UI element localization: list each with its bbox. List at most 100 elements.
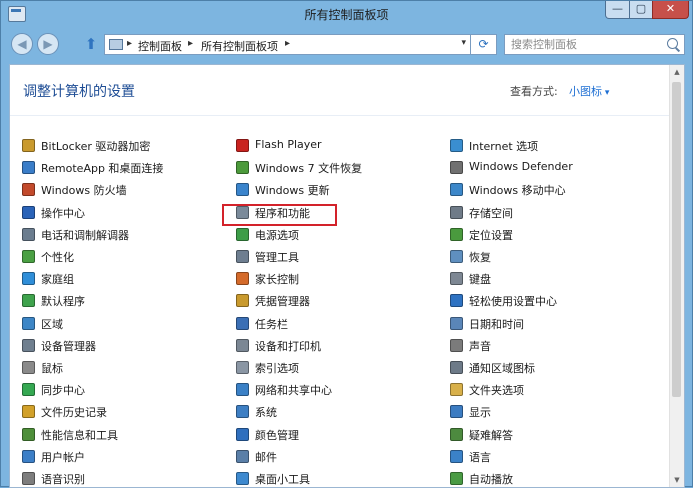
maximize-button[interactable]: ▢: [629, 1, 653, 19]
control-panel-icon: [109, 39, 123, 50]
highlight-box: [222, 204, 337, 226]
mobility-center-icon: [450, 183, 463, 197]
search-input[interactable]: [511, 36, 661, 52]
control-panel-item-label[interactable]: 电源选项: [255, 227, 299, 243]
search-box[interactable]: [504, 34, 685, 55]
control-panel-item-label[interactable]: 索引选项: [255, 360, 299, 376]
control-panel-item-label[interactable]: 声音: [469, 338, 491, 354]
control-panel-item-label[interactable]: 系统: [255, 404, 277, 420]
control-panel-item-label[interactable]: 存储空间: [469, 205, 513, 221]
control-panel-item-label[interactable]: 日期和时间: [469, 316, 524, 332]
control-panel-item-label[interactable]: 显示: [469, 404, 491, 420]
view-by-label: 查看方式:: [510, 85, 558, 98]
navigation-bar: ◀ ▶ ⬆ ▸ 控制面板 ▸ 所有控制面板项 ▸ ▾ ⟳: [1, 27, 692, 63]
refresh-button[interactable]: ⟳: [471, 34, 497, 55]
page-heading: 调整计算机的设置: [23, 84, 135, 100]
control-panel-item-label[interactable]: 键盘: [469, 271, 491, 287]
control-panel-item-label[interactable]: 区域: [41, 316, 63, 332]
desktop-gadgets-icon: [236, 472, 249, 485]
control-panel-item-label[interactable]: 家长控制: [255, 271, 299, 287]
title-bar[interactable]: 所有控制面板项 — ▢ ✕: [1, 1, 692, 27]
control-panel-item-label[interactable]: RemoteApp 和桌面连接: [41, 160, 163, 176]
control-panel-item-label[interactable]: 网络和共享中心: [255, 382, 332, 398]
back-button[interactable]: ◀: [11, 33, 33, 55]
control-panel-item-label[interactable]: Windows 更新: [255, 182, 330, 198]
control-panel-item-label[interactable]: 操作中心: [41, 205, 85, 221]
control-panel-item-label[interactable]: 通知区域图标: [469, 360, 535, 376]
file-recovery-icon: [236, 161, 249, 175]
forward-button[interactable]: ▶: [37, 33, 59, 55]
breadcrumb-control-panel[interactable]: 控制面板: [138, 38, 182, 54]
control-panel-item-label[interactable]: 用户帐户: [41, 449, 85, 465]
up-level-button[interactable]: ⬆: [83, 35, 99, 53]
control-panel-item-label[interactable]: 邮件: [255, 449, 277, 465]
control-panel-item-label[interactable]: Windows 7 文件恢复: [255, 160, 362, 176]
search-icon[interactable]: [667, 38, 678, 49]
scroll-thumb[interactable]: [672, 82, 681, 397]
system-icon: [236, 405, 249, 419]
control-panel-item-label[interactable]: Flash Player: [255, 138, 322, 151]
view-by-dropdown[interactable]: 小图标: [569, 83, 609, 99]
control-panel-item-label[interactable]: 文件历史记录: [41, 404, 107, 420]
breadcrumb-all-items[interactable]: 所有控制面板项: [201, 38, 278, 54]
control-panel-item-label[interactable]: 自动播放: [469, 471, 513, 487]
control-panel-item-label[interactable]: 设备和打印机: [255, 338, 321, 354]
scroll-down-button[interactable]: ▼: [670, 473, 684, 487]
ease-of-access-icon: [450, 294, 463, 308]
keyboard-icon: [450, 272, 463, 286]
control-panel-item-label[interactable]: 性能信息和工具: [41, 427, 118, 443]
control-panel-item-label[interactable]: 语言: [469, 449, 491, 465]
control-panel-item-label[interactable]: Windows 移动中心: [469, 182, 566, 198]
location-settings-icon: [450, 227, 463, 241]
control-panel-item-label[interactable]: 鼠标: [41, 360, 63, 376]
control-panel-item-label[interactable]: Internet 选项: [469, 138, 538, 154]
troubleshooting-icon: [450, 427, 463, 441]
internet-options-icon: [450, 139, 463, 152]
control-panel-item-label[interactable]: 同步中心: [41, 382, 85, 398]
admin-tools-icon: [236, 250, 249, 263]
control-panel-item-label[interactable]: 桌面小工具: [255, 471, 310, 487]
window-title: 所有控制面板项: [304, 8, 389, 22]
region-icon: [22, 316, 35, 330]
sync-center-icon: [22, 383, 35, 397]
control-panel-item-label[interactable]: 默认程序: [41, 293, 85, 309]
control-panel-item-label[interactable]: 语音识别: [41, 471, 85, 487]
color-management-icon: [236, 427, 249, 441]
speech-recognition-icon: [22, 472, 35, 485]
control-panel-item-label[interactable]: BitLocker 驱动器加密: [41, 138, 150, 154]
control-panel-item-label[interactable]: Windows Defender: [469, 160, 573, 173]
control-panel-item-label[interactable]: 个性化: [41, 249, 74, 265]
breadcrumb-separator[interactable]: ▸: [188, 38, 193, 49]
control-panel-item-label[interactable]: 任务栏: [255, 316, 288, 332]
control-panel-item-label[interactable]: 颜色管理: [255, 427, 299, 443]
breadcrumb-separator[interactable]: ▸: [285, 38, 290, 49]
vertical-scrollbar[interactable]: ▲ ▼: [669, 65, 684, 487]
control-panel-item-label[interactable]: 家庭组: [41, 271, 74, 287]
control-panel-item-label[interactable]: 凭据管理器: [255, 293, 310, 309]
user-accounts-icon: [22, 449, 35, 463]
control-panel-item-label[interactable]: 疑难解答: [469, 427, 513, 443]
storage-spaces-icon: [450, 205, 463, 219]
control-panel-item-label[interactable]: 电话和调制解调器: [41, 227, 129, 243]
display-icon: [450, 405, 463, 419]
date-time-icon: [450, 316, 463, 330]
action-center-flag-icon: [22, 205, 35, 219]
power-options-icon: [236, 227, 249, 241]
address-dropdown-icon[interactable]: ▾: [461, 38, 466, 48]
parental-controls-icon: [236, 272, 249, 286]
device-manager-icon: [22, 338, 35, 352]
minimize-button[interactable]: —: [605, 1, 630, 19]
control-panel-item-label[interactable]: 恢复: [469, 249, 491, 265]
breadcrumb-separator[interactable]: ▸: [127, 38, 132, 49]
control-panel-item-label[interactable]: 设备管理器: [41, 338, 96, 354]
close-button[interactable]: ✕: [652, 1, 689, 19]
control-panel-item-label[interactable]: 管理工具: [255, 249, 299, 265]
control-panel-item-label[interactable]: 文件夹选项: [469, 382, 524, 398]
indexing-options-icon: [236, 361, 249, 374]
control-panel-item-label[interactable]: 轻松使用设置中心: [469, 293, 557, 309]
scroll-up-button[interactable]: ▲: [670, 65, 684, 79]
address-bar[interactable]: ▸ 控制面板 ▸ 所有控制面板项 ▸ ▾: [104, 34, 471, 55]
language-icon: [450, 449, 463, 463]
control-panel-item-label[interactable]: 定位设置: [469, 227, 513, 243]
control-panel-item-label[interactable]: Windows 防火墙: [41, 182, 127, 198]
